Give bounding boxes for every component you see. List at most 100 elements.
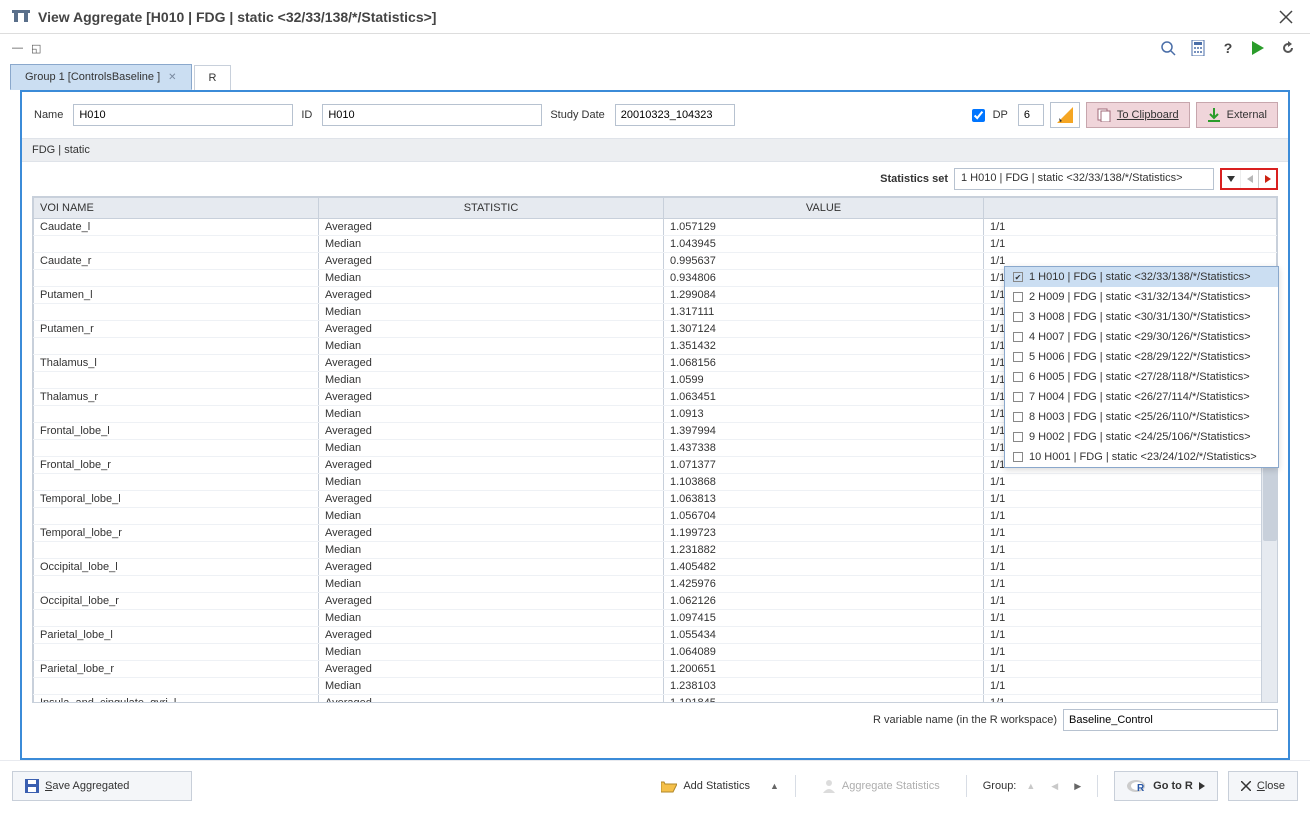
cell-stat: Averaged: [319, 559, 664, 576]
stats-set-dropdown[interactable]: 1 H010 | FDG | static <32/33/138/*/Stati…: [1004, 266, 1279, 468]
cell-value: 1.299084: [664, 287, 984, 304]
table-row[interactable]: Median1.2381031/1: [34, 678, 1277, 695]
name-input[interactable]: [73, 104, 293, 126]
refresh-icon[interactable]: [1278, 38, 1298, 58]
dropdown-toggle-icon[interactable]: [1222, 170, 1240, 188]
cell-stat: Median: [319, 610, 664, 627]
cell-value: 1.200651: [664, 661, 984, 678]
table-row[interactable]: Parietal_lobe_rAveraged1.2006511/1: [34, 661, 1277, 678]
dp-checkbox[interactable]: [972, 109, 985, 122]
window-title: View Aggregate [H010 | FDG | static <32/…: [38, 9, 1274, 25]
table-row[interactable]: Occipital_lobe_rAveraged1.0621261/1: [34, 593, 1277, 610]
cell-voi: Temporal_lobe_r: [34, 525, 319, 542]
tab-close-icon[interactable]: ✕: [168, 72, 176, 83]
cell-count: 1/1: [984, 491, 1277, 508]
cell-stat: Averaged: [319, 219, 664, 236]
stats-set-option[interactable]: 5 H006 | FDG | static <28/29/122/*/Stati…: [1005, 347, 1278, 367]
cell-voi: Thalamus_l: [34, 355, 319, 372]
goto-r-button[interactable]: R Go to R: [1114, 771, 1218, 801]
close-button[interactable]: Close: [1228, 771, 1298, 801]
form-row: Name ID Study Date DP To Clipboard: [22, 92, 1288, 138]
help-icon[interactable]: ?: [1218, 38, 1238, 58]
cell-stat: Averaged: [319, 287, 664, 304]
table-row[interactable]: Median1.0640891/1: [34, 644, 1277, 661]
external-button[interactable]: External: [1196, 102, 1278, 128]
stats-set-option[interactable]: 1 H010 | FDG | static <32/33/138/*/Stati…: [1005, 267, 1278, 287]
add-statistics-button[interactable]: Add Statistics: [651, 773, 760, 799]
cell-voi: [34, 576, 319, 593]
close-label: Close: [1257, 780, 1285, 792]
cell-value: 0.995637: [664, 253, 984, 270]
search-icon[interactable]: [1158, 38, 1178, 58]
collapse-up-icon[interactable]: ▲: [770, 781, 779, 791]
study-date-input[interactable]: [615, 104, 735, 126]
minimize-icon[interactable]: —: [12, 42, 23, 54]
stats-set-option[interactable]: 4 H007 | FDG | static <29/30/126/*/Stati…: [1005, 327, 1278, 347]
table-row[interactable]: Median1.0567041/1: [34, 508, 1277, 525]
edit-pencil-button[interactable]: [1050, 102, 1080, 128]
table-row[interactable]: Temporal_lobe_lAveraged1.0638131/1: [34, 491, 1277, 508]
to-clipboard-button[interactable]: To Clipboard: [1086, 102, 1190, 128]
window-close-button[interactable]: [1274, 5, 1298, 29]
table-row[interactable]: Occipital_lobe_lAveraged1.4054821/1: [34, 559, 1277, 576]
stats-set-option[interactable]: 7 H004 | FDG | static <26/27/114/*/Stati…: [1005, 387, 1278, 407]
stats-set-option[interactable]: 6 H005 | FDG | static <27/28/118/*/Stati…: [1005, 367, 1278, 387]
clipboard-icon: [1097, 108, 1111, 122]
option-label: 7 H004 | FDG | static <26/27/114/*/Stati…: [1029, 391, 1250, 403]
th-count[interactable]: [984, 198, 1277, 219]
th-statistic[interactable]: STATISTIC: [319, 198, 664, 219]
next-icon[interactable]: [1258, 170, 1276, 188]
table-row[interactable]: Median1.2318821/1: [34, 542, 1277, 559]
checkbox-icon: [1013, 392, 1023, 402]
cell-voi: Temporal_lobe_l: [34, 491, 319, 508]
rvar-input[interactable]: [1063, 709, 1278, 731]
cell-stat: Averaged: [319, 525, 664, 542]
checkbox-icon: [1013, 292, 1023, 302]
option-label: 4 H007 | FDG | static <29/30/126/*/Stati…: [1029, 331, 1251, 343]
stats-set-select[interactable]: 1 H010 | FDG | static <32/33/138/*/Stati…: [954, 168, 1214, 190]
table-row[interactable]: Insula_and_cingulate_gyri_lAveraged1.191…: [34, 695, 1277, 704]
option-label: 10 H001 | FDG | static <23/24/102/*/Stat…: [1029, 451, 1257, 463]
cell-stat: Averaged: [319, 593, 664, 610]
cell-voi: [34, 372, 319, 389]
th-voi[interactable]: VOI NAME: [34, 198, 319, 219]
stats-set-option[interactable]: 3 H008 | FDG | static <30/31/130/*/Stati…: [1005, 307, 1278, 327]
cell-stat: Median: [319, 644, 664, 661]
group-next-icon[interactable]: ▶: [1074, 781, 1081, 792]
cell-stat: Median: [319, 406, 664, 423]
cell-stat: Median: [319, 270, 664, 287]
table-row[interactable]: Median1.4259761/1: [34, 576, 1277, 593]
stats-set-option[interactable]: 2 H009 | FDG | static <31/32/134/*/Stati…: [1005, 287, 1278, 307]
calculator-icon[interactable]: [1188, 38, 1208, 58]
tab-label: R: [209, 72, 217, 84]
stats-set-option[interactable]: 9 H002 | FDG | static <24/25/106/*/Stati…: [1005, 427, 1278, 447]
cell-stat: Averaged: [319, 627, 664, 644]
table-row[interactable]: Caudate_lAveraged1.0571291/1: [34, 219, 1277, 236]
restore-icon[interactable]: ◱: [31, 42, 41, 55]
dp-input[interactable]: [1018, 104, 1044, 126]
id-input[interactable]: [322, 104, 542, 126]
app-icon: [12, 8, 30, 26]
table-row[interactable]: Parietal_lobe_lAveraged1.0554341/1: [34, 627, 1277, 644]
cell-stat: Averaged: [319, 253, 664, 270]
cell-voi: [34, 270, 319, 287]
table-row[interactable]: Temporal_lobe_rAveraged1.1997231/1: [34, 525, 1277, 542]
th-value[interactable]: VALUE: [664, 198, 984, 219]
table-row[interactable]: Median1.0439451/1: [34, 236, 1277, 253]
cell-voi: [34, 610, 319, 627]
cell-voi: [34, 644, 319, 661]
prev-icon[interactable]: [1240, 170, 1258, 188]
tab-r[interactable]: R: [194, 65, 232, 90]
cell-stat: Median: [319, 304, 664, 321]
stats-set-option[interactable]: 10 H001 | FDG | static <23/24/102/*/Stat…: [1005, 447, 1278, 467]
checkbox-icon: [1013, 332, 1023, 342]
tab-group1[interactable]: Group 1 [ControlsBaseline ] ✕: [10, 64, 192, 90]
stats-set-option[interactable]: 8 H003 | FDG | static <25/26/110/*/Stati…: [1005, 407, 1278, 427]
to-clipboard-label: To Clipboard: [1117, 109, 1179, 121]
play-icon[interactable]: [1248, 38, 1268, 58]
table-row[interactable]: Median1.1038681/1: [34, 474, 1277, 491]
save-aggregated-button[interactable]: Save Aggregated: [12, 771, 192, 801]
r-logo-icon: R: [1127, 778, 1147, 794]
cell-value: 1.056704: [664, 508, 984, 525]
table-row[interactable]: Median1.0974151/1: [34, 610, 1277, 627]
